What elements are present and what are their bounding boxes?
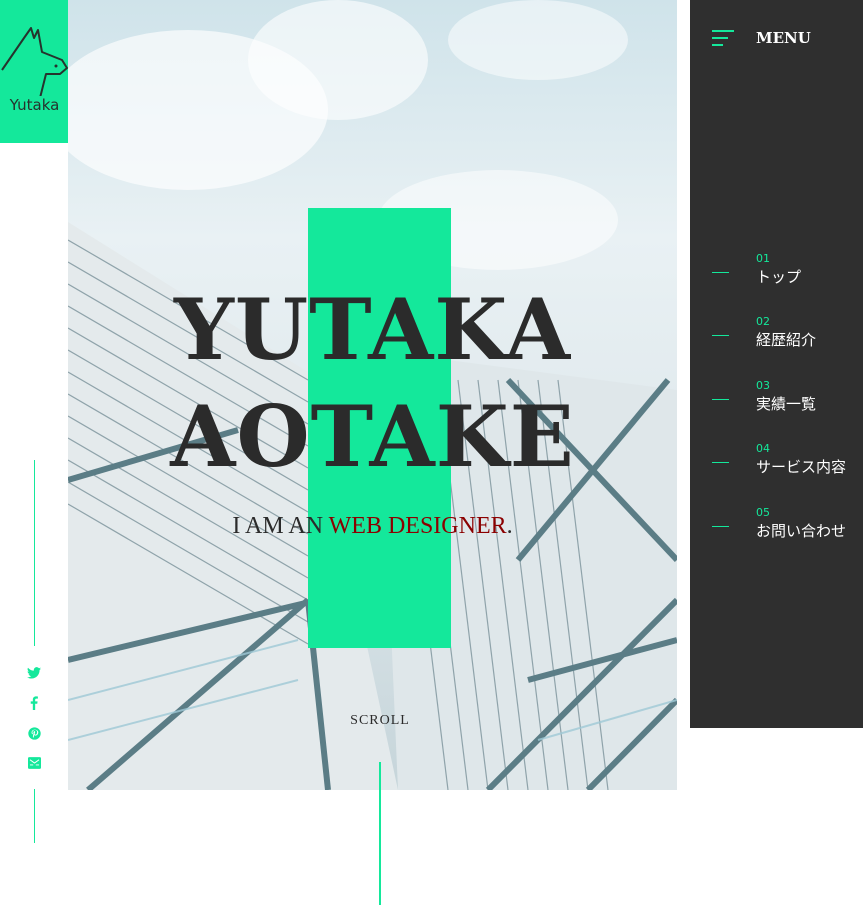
menu-item-number: 02 — [756, 315, 770, 328]
scroll-indicator[interactable]: SCROLL — [330, 713, 430, 729]
menu-item-label: サービス内容 — [756, 458, 847, 476]
menu-item-label: 実績一覧 — [756, 395, 817, 413]
facebook-icon[interactable] — [24, 693, 44, 713]
subtitle-accent: WEB DESIGNER — [328, 513, 507, 539]
hamburger-icon — [712, 30, 734, 46]
menu-item-number: 03 — [756, 379, 770, 392]
menu-item-label: お問い合わせ — [756, 522, 847, 540]
subtitle-prefix: I AM AN — [232, 513, 329, 539]
social-line-top — [34, 460, 35, 646]
menu-item-number: 01 — [756, 252, 770, 265]
hero-title-line2: AOTAKE — [170, 387, 575, 486]
mail-icon[interactable] — [24, 753, 44, 773]
menu-item-dash — [712, 526, 729, 527]
menu-item-works[interactable]: 03 実績一覧 — [706, 379, 863, 427]
pinterest-icon[interactable] — [24, 723, 44, 743]
subtitle-suffix: . — [506, 513, 513, 539]
menu-item-contact[interactable]: 05 お問い合わせ — [706, 506, 863, 554]
menu-item-services[interactable]: 04 サービス内容 — [706, 442, 863, 490]
menu-item-dash — [712, 272, 729, 273]
logo-text: Yutaka — [9, 96, 60, 114]
menu-panel — [690, 0, 863, 728]
menu-item-label: トップ — [756, 268, 802, 286]
menu-item-top[interactable]: 01 トップ — [706, 252, 863, 300]
hero-title-line1: YUTAKA — [173, 280, 572, 379]
menu-item-dash — [712, 462, 729, 463]
menu-button[interactable]: MENU — [706, 24, 816, 52]
scroll-line — [379, 762, 381, 905]
menu-label: MENU — [756, 29, 811, 47]
logo[interactable]: Yutaka — [0, 0, 69, 143]
menu-item-number: 04 — [756, 442, 770, 455]
menu-item-label: 経歴紹介 — [756, 331, 817, 349]
menu-item-career[interactable]: 02 経歴紹介 — [706, 315, 863, 363]
dog-icon — [1, 27, 68, 96]
menu-item-dash — [712, 335, 729, 336]
menu-item-number: 05 — [756, 506, 770, 519]
menu-item-dash — [712, 399, 729, 400]
hero-subtitle: I AM AN WEB DESIGNER. — [68, 513, 677, 540]
social-line-bottom — [34, 789, 35, 843]
twitter-icon[interactable] — [24, 663, 44, 683]
